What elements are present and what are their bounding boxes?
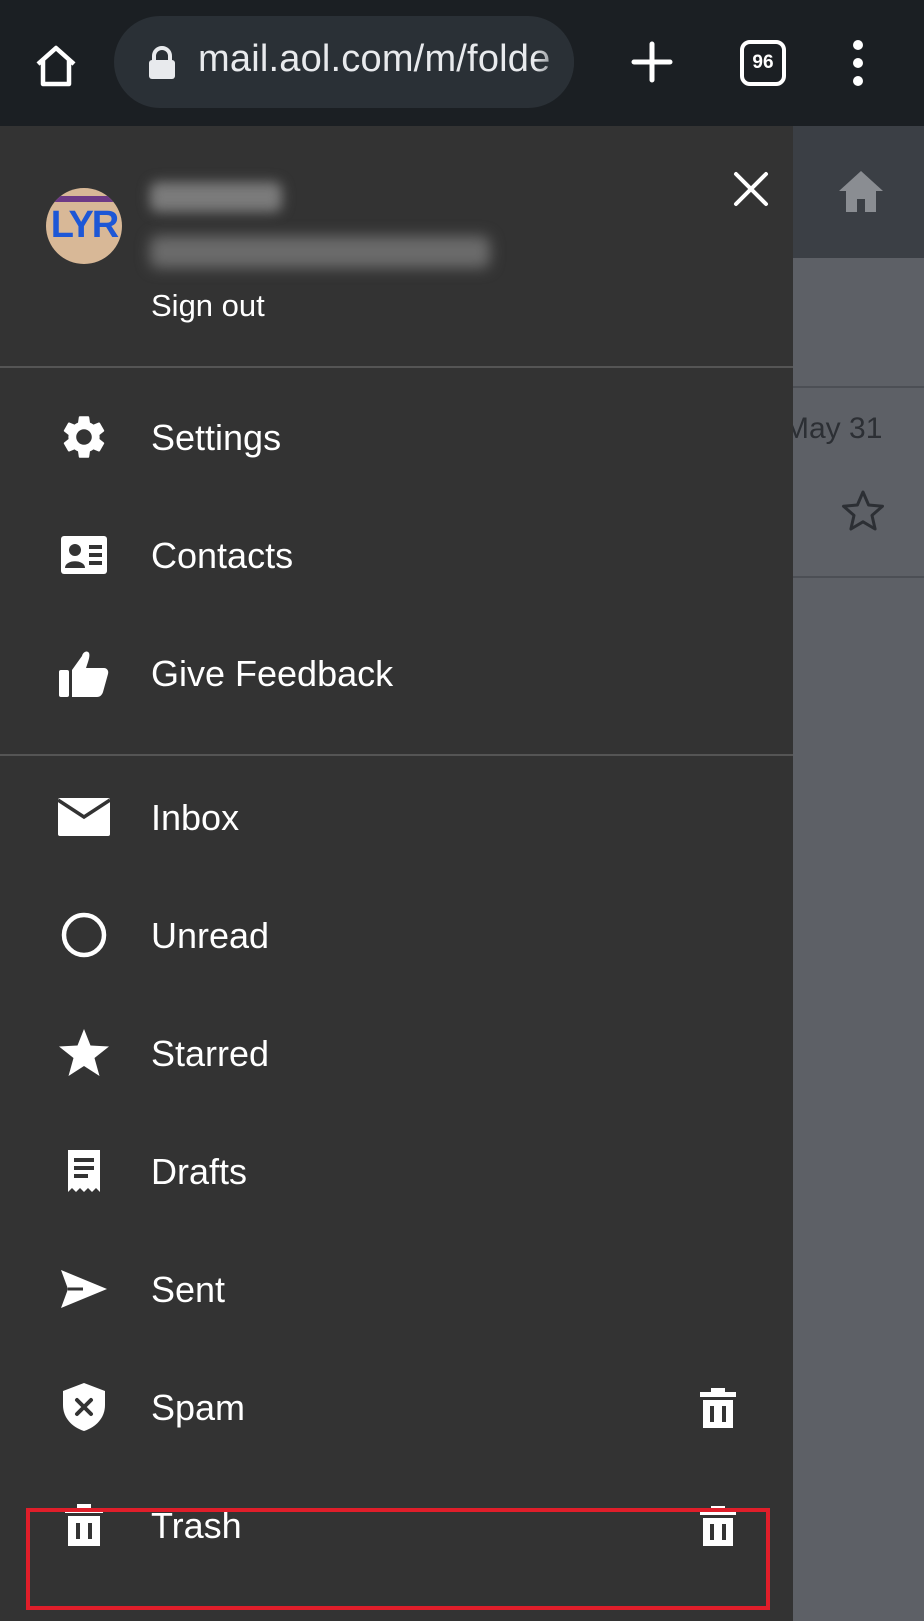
- contact-card-icon: [56, 530, 112, 580]
- menu-item-label: Contacts: [151, 535, 294, 576]
- browser-toolbar: mail.aol.com/m/folde 96: [0, 0, 924, 126]
- envelope-icon: [56, 792, 112, 842]
- folder-unread[interactable]: Unread: [0, 876, 793, 994]
- star-icon: [56, 1028, 112, 1078]
- tab-switcher-button[interactable]: 96: [740, 40, 786, 86]
- browser-home-button[interactable]: [26, 36, 86, 96]
- divider: [0, 754, 793, 756]
- lock-icon: [149, 46, 175, 79]
- close-icon[interactable]: [730, 168, 772, 210]
- folder-label: Sent: [151, 1269, 226, 1310]
- folder-label: Drafts: [151, 1151, 248, 1192]
- account-email-redacted: [150, 236, 490, 268]
- folder-spam[interactable]: Spam: [0, 1348, 793, 1466]
- navigation-drawer: LYR Sign out Settings Contacts Give Feed…: [0, 126, 793, 1621]
- menu-item-give-feedback[interactable]: Give Feedback: [0, 614, 793, 732]
- divider: [793, 576, 924, 578]
- folder-starred[interactable]: Starred: [0, 994, 793, 1112]
- avatar[interactable]: LYR: [46, 188, 122, 264]
- folder-label: Inbox: [151, 797, 240, 838]
- gear-icon: [56, 412, 112, 462]
- thumbs-up-icon: [56, 648, 112, 698]
- menu-item-settings[interactable]: Settings: [0, 378, 793, 496]
- account-name-redacted: [150, 182, 282, 212]
- avatar-text: LYR: [50, 204, 120, 246]
- avatar-stripe: [46, 196, 122, 202]
- star-outline-icon[interactable]: [840, 488, 886, 534]
- home-icon: [36, 45, 76, 87]
- trash-highlight-box: [26, 1508, 770, 1610]
- more-menu-icon[interactable]: [840, 38, 876, 88]
- send-icon: [56, 1264, 112, 1314]
- folder-label: Starred: [151, 1033, 270, 1074]
- empty-spam-trash-icon[interactable]: [696, 1386, 740, 1430]
- home-icon[interactable]: [836, 166, 886, 216]
- url-text: mail.aol.com/m/folde: [198, 38, 551, 80]
- menu-item-contacts[interactable]: Contacts: [0, 496, 793, 614]
- folder-drafts[interactable]: Drafts: [0, 1112, 793, 1230]
- shield-x-icon: [56, 1382, 112, 1432]
- message-date: May 31: [784, 412, 883, 445]
- folder-label: Spam: [151, 1387, 246, 1428]
- folder-sent[interactable]: Sent: [0, 1230, 793, 1348]
- address-bar[interactable]: mail.aol.com/m/folde: [114, 16, 574, 108]
- new-tab-icon[interactable]: [622, 32, 682, 92]
- sign-out-link[interactable]: Sign out: [151, 288, 265, 324]
- url-fade: [534, 16, 574, 108]
- folder-inbox[interactable]: Inbox: [0, 758, 793, 876]
- divider: [0, 366, 793, 368]
- menu-item-label: Settings: [151, 417, 282, 458]
- tab-count: 96: [752, 52, 774, 73]
- draft-receipt-icon: [56, 1146, 112, 1196]
- folder-label: Unread: [151, 915, 270, 956]
- circle-outline-icon: [56, 910, 112, 960]
- menu-item-label: Give Feedback: [151, 653, 394, 694]
